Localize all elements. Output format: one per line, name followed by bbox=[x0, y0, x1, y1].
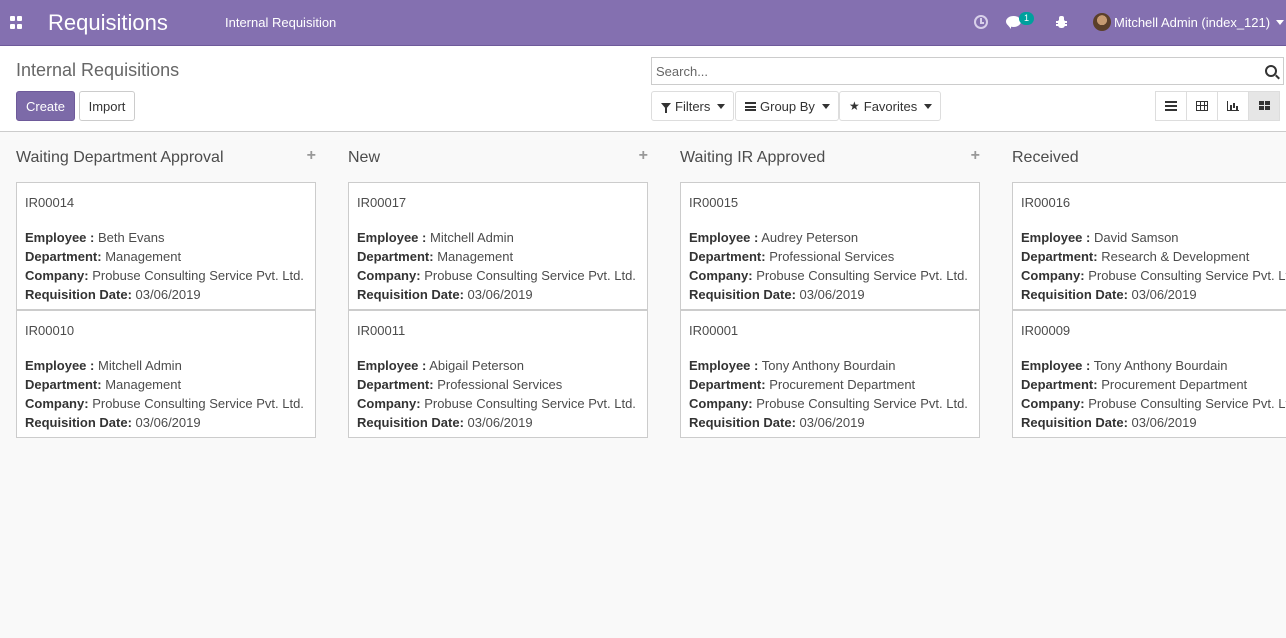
top-navbar: Requisitions Internal Requisition 1 Mitc… bbox=[0, 0, 1286, 46]
card-employee: Employee : Audrey Peterson bbox=[689, 230, 859, 245]
kanban-view-button[interactable] bbox=[1248, 91, 1280, 121]
card-company: Company: Probuse Consulting Service Pvt.… bbox=[689, 268, 968, 283]
favorites-label: Favorites bbox=[863, 98, 918, 114]
kanban-card[interactable]: IR00015 Employee : Audrey Peterson Depar… bbox=[680, 182, 980, 310]
chat-count-badge: 1 bbox=[1019, 12, 1034, 25]
import-button[interactable]: Import bbox=[79, 91, 135, 121]
app-brand[interactable]: Requisitions bbox=[48, 10, 168, 36]
card-department: Department: Management bbox=[357, 249, 514, 264]
kanban-card[interactable]: IR00014 Employee : Beth Evans Department… bbox=[16, 182, 316, 310]
card-department: Department: Professional Services bbox=[357, 377, 563, 392]
card-employee: Employee : Abigail Peterson bbox=[357, 358, 524, 373]
card-department: Department: Management bbox=[25, 249, 182, 264]
caret-down-icon bbox=[821, 103, 830, 109]
apps-menu-icon[interactable] bbox=[10, 16, 23, 29]
pivot-view-button[interactable] bbox=[1186, 91, 1218, 121]
card-reference: IR00015 bbox=[689, 195, 739, 210]
user-avatar[interactable] bbox=[1093, 13, 1111, 31]
card-requisition-date: Requisition Date: 03/06/2019 bbox=[1021, 287, 1197, 302]
bars-icon bbox=[745, 101, 756, 111]
menu-internal-requisition[interactable]: Internal Requisition bbox=[225, 15, 336, 30]
card-employee: Employee : Tony Anthony Bourdain bbox=[1021, 358, 1228, 373]
caret-down-icon bbox=[717, 103, 726, 109]
card-company: Company: Probuse Consulting Service Pvt.… bbox=[357, 268, 636, 283]
group-by-label: Group By bbox=[760, 98, 815, 114]
card-requisition-date: Requisition Date: 03/06/2019 bbox=[25, 287, 201, 302]
card-requisition-date: Requisition Date: 03/06/2019 bbox=[357, 415, 533, 430]
column-quick-add-button[interactable]: + bbox=[971, 147, 980, 165]
card-company: Company: Probuse Consulting Service Pvt.… bbox=[1021, 268, 1286, 283]
card-requisition-date: Requisition Date: 03/06/2019 bbox=[357, 287, 533, 302]
kanban-card[interactable]: IR00016 Employee : David Samson Departme… bbox=[1012, 182, 1286, 310]
card-reference: IR00011 bbox=[357, 323, 406, 338]
card-company: Company: Probuse Consulting Service Pvt.… bbox=[25, 268, 304, 283]
column-quick-add-button[interactable]: + bbox=[639, 147, 648, 165]
search-input[interactable] bbox=[656, 62, 1246, 80]
card-requisition-date: Requisition Date: 03/06/2019 bbox=[25, 415, 201, 430]
favorites-dropdown[interactable]: ★ Favorites bbox=[839, 91, 942, 121]
debug-bug-icon[interactable] bbox=[1056, 16, 1067, 29]
list-icon bbox=[1165, 101, 1177, 111]
card-department: Department: Management bbox=[25, 377, 182, 392]
view-switcher bbox=[1155, 91, 1280, 121]
card-department: Department: Procurement Department bbox=[689, 377, 916, 392]
card-employee: Employee : Mitchell Admin bbox=[25, 358, 182, 373]
column-title[interactable]: Waiting IR Approved bbox=[680, 149, 825, 167]
card-department: Department: Professional Services bbox=[689, 249, 895, 264]
card-company: Company: Probuse Consulting Service Pvt.… bbox=[25, 396, 304, 411]
card-requisition-date: Requisition Date: 03/06/2019 bbox=[689, 287, 865, 302]
filters-label: Filters bbox=[675, 98, 711, 114]
card-reference: IR00014 bbox=[25, 195, 75, 210]
kanban-card[interactable]: IR00017 Employee : Mitchell Admin Depart… bbox=[348, 182, 648, 310]
breadcrumb-title: Internal Requisitions bbox=[16, 60, 180, 80]
user-menu-name[interactable]: Mitchell Admin (index_121) bbox=[1114, 15, 1270, 30]
card-employee: Employee : Tony Anthony Bourdain bbox=[689, 358, 896, 373]
kanban-card[interactable]: IR00010 Employee : Mitchell Admin Depart… bbox=[16, 310, 316, 438]
bar-chart-icon bbox=[1227, 101, 1239, 111]
search-box bbox=[651, 57, 1284, 85]
kanban-icon bbox=[1258, 101, 1270, 111]
kanban-card[interactable]: IR00011 Employee : Abigail Peterson Depa… bbox=[348, 310, 648, 438]
card-reference: IR00009 bbox=[1021, 323, 1071, 338]
group-by-dropdown[interactable]: Group By bbox=[735, 91, 839, 121]
card-requisition-date: Requisition Date: 03/06/2019 bbox=[689, 415, 865, 430]
card-employee: Employee : Mitchell Admin bbox=[357, 230, 514, 245]
card-requisition-date: Requisition Date: 03/06/2019 bbox=[1021, 415, 1197, 430]
filters-dropdown[interactable]: Filters bbox=[651, 91, 735, 121]
card-reference: IR00017 bbox=[357, 195, 407, 210]
search-icon[interactable] bbox=[1265, 65, 1277, 77]
star-icon: ★ bbox=[849, 99, 860, 113]
card-department: Department: Research & Development bbox=[1021, 249, 1250, 264]
column-quick-add-button[interactable]: + bbox=[307, 147, 316, 165]
list-view-button[interactable] bbox=[1155, 91, 1187, 121]
control-panel: Internal Requisitions Create Import Filt… bbox=[0, 46, 1286, 132]
card-department: Department: Procurement Department bbox=[1021, 377, 1248, 392]
kanban-card[interactable]: IR00009 Employee : Tony Anthony Bourdain… bbox=[1012, 310, 1286, 438]
caret-down-icon bbox=[924, 103, 933, 109]
card-employee: Employee : David Samson bbox=[1021, 230, 1179, 245]
user-menu-caret-icon[interactable] bbox=[1276, 20, 1284, 25]
card-employee: Employee : Beth Evans bbox=[25, 230, 165, 245]
table-icon bbox=[1196, 101, 1208, 111]
card-company: Company: Probuse Consulting Service Pvt.… bbox=[1021, 396, 1286, 411]
column-title[interactable]: New bbox=[348, 149, 380, 167]
card-company: Company: Probuse Consulting Service Pvt.… bbox=[357, 396, 636, 411]
filter-funnel-icon bbox=[661, 103, 671, 113]
kanban-card[interactable]: IR00001 Employee : Tony Anthony Bourdain… bbox=[680, 310, 980, 438]
column-title[interactable]: Waiting Department Approval bbox=[16, 149, 224, 167]
column-title[interactable]: Received bbox=[1012, 149, 1079, 167]
create-button[interactable]: Create bbox=[16, 91, 75, 121]
activity-clock-icon[interactable] bbox=[974, 15, 988, 29]
card-reference: IR00001 bbox=[689, 323, 739, 338]
graph-view-button[interactable] bbox=[1217, 91, 1249, 121]
card-reference: IR00016 bbox=[1021, 195, 1071, 210]
card-company: Company: Probuse Consulting Service Pvt.… bbox=[689, 396, 968, 411]
card-reference: IR00010 bbox=[25, 323, 75, 338]
